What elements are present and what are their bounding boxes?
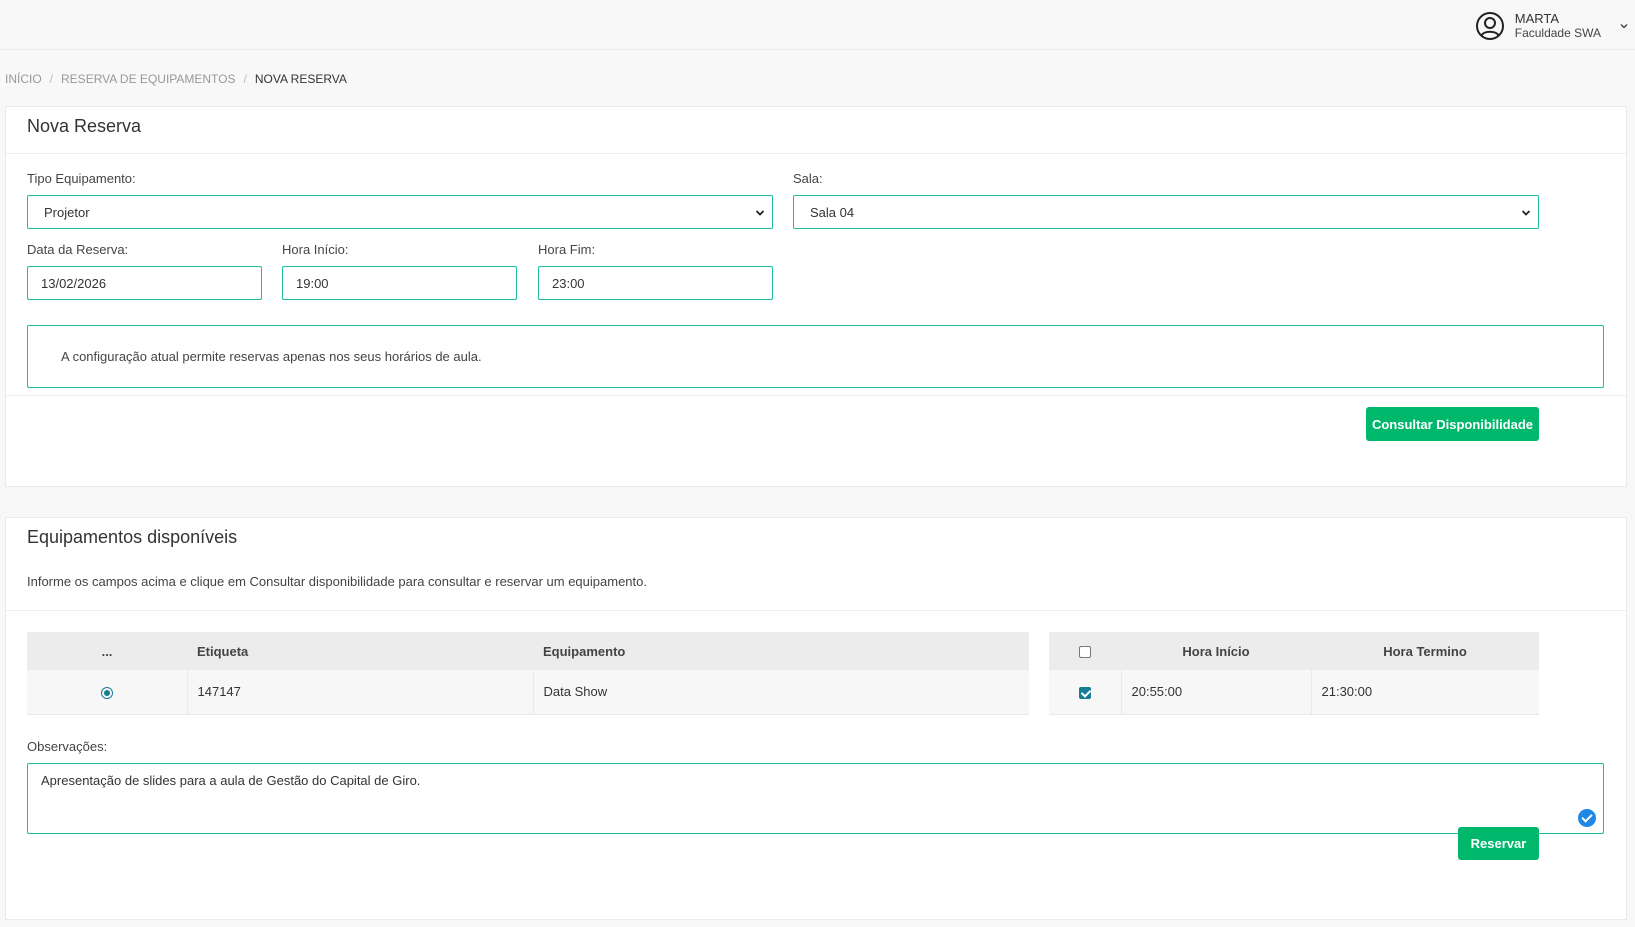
tipo-equipamento-label: Tipo Equipamento: xyxy=(27,171,136,186)
table-header: ... Etiqueta Equipamento xyxy=(27,632,1029,670)
breadcrumb-separator: / xyxy=(243,72,247,86)
chevron-down-icon[interactable] xyxy=(1619,21,1629,31)
section-description: Informe os campos acima e clique em Cons… xyxy=(27,574,647,589)
section-title: Equipamentos disponíveis xyxy=(27,527,238,547)
hora-inicio-input[interactable]: 19:00 xyxy=(282,266,517,300)
table-row[interactable]: 20:55:00 21:30:00 xyxy=(1049,670,1539,714)
etiqueta-cell: 147147 xyxy=(187,670,534,714)
sala-value: Sala 04 xyxy=(810,204,855,220)
column-header-select: ... xyxy=(27,632,187,670)
observacoes-label: Observações: xyxy=(27,739,108,754)
consultar-disponibilidade-button[interactable]: Consultar Disponibilidade xyxy=(1366,407,1539,441)
hora-termino-cell: 21:30:00 xyxy=(1311,670,1539,714)
hora-fim-label: Hora Fim: xyxy=(538,242,596,257)
data-reserva-label: Data da Reserva: xyxy=(27,242,129,257)
column-header-hora-inicio: Hora Início xyxy=(1121,632,1311,670)
equipment-radio[interactable] xyxy=(100,686,113,699)
divider xyxy=(6,610,1626,611)
top-bar: MARTA Faculdade SWA xyxy=(0,0,1635,50)
data-reserva-value: 13/02/2026 xyxy=(41,275,107,291)
chevron-down-icon xyxy=(1521,210,1531,216)
observacoes-textarea[interactable]: Apresentação de slides para a aula de Ge… xyxy=(27,763,1604,834)
chevron-down-icon xyxy=(755,210,765,216)
sala-label: Sala: xyxy=(793,171,823,186)
user-menu[interactable]: MARTA Faculdade SWA xyxy=(1475,10,1635,42)
select-all-checkbox[interactable] xyxy=(1079,646,1091,659)
equipamento-cell: Data Show xyxy=(533,670,1029,714)
equipamentos-table: ... Etiqueta Equipamento 147147 Data Sho… xyxy=(27,632,1029,715)
user-org: Faculdade SWA xyxy=(1514,26,1601,40)
hora-fim-input[interactable]: 23:00 xyxy=(538,266,773,300)
info-text: A configuração atual permite reservas ap… xyxy=(61,349,482,364)
user-name: MARTA xyxy=(1514,11,1560,26)
hora-inicio-label: Hora Início: xyxy=(282,242,349,257)
select-cell xyxy=(27,670,188,714)
nova-reserva-card: Nova Reserva Tipo Equipamento: Projetor … xyxy=(5,106,1627,487)
breadcrumb-nova-reserva: NOVA RESERVA xyxy=(254,72,347,86)
user-info: MARTA Faculdade SWA xyxy=(1515,11,1601,41)
data-reserva-input[interactable]: 13/02/2026 xyxy=(27,266,262,300)
equipamentos-card: Equipamentos disponíveis Informe os camp… xyxy=(5,517,1627,920)
breadcrumb-reserva-equipamentos[interactable]: RESERVA DE EQUIPAMENTOS xyxy=(61,72,236,86)
column-header-hora-termino: Hora Termino xyxy=(1311,632,1539,670)
horarios-table: Hora Início Hora Termino 20:55:00 21:30:… xyxy=(1049,632,1539,715)
page-title: Nova Reserva xyxy=(27,116,142,136)
column-header-equipamento: Equipamento xyxy=(533,632,1029,670)
info-alert: A configuração atual permite reservas ap… xyxy=(27,325,1604,388)
reservar-button[interactable]: Reservar xyxy=(1458,827,1539,860)
breadcrumb-inicio[interactable]: INÍCIO xyxy=(5,72,42,86)
select-all-cell xyxy=(1049,632,1121,670)
breadcrumb: INÍCIO / RESERVA DE EQUIPAMENTOS / NOVA … xyxy=(5,72,347,86)
column-header-etiqueta: Etiqueta xyxy=(187,632,533,670)
table-header: Hora Início Hora Termino xyxy=(1049,632,1539,670)
divider xyxy=(6,153,1626,154)
slot-checkbox[interactable] xyxy=(1078,686,1091,699)
observacoes-value: Apresentação de slides para a aula de Ge… xyxy=(41,773,421,788)
checkbox-cell xyxy=(1049,670,1122,714)
tipo-equipamento-value: Projetor xyxy=(44,204,90,220)
divider xyxy=(6,395,1626,396)
tipo-equipamento-select[interactable]: Projetor xyxy=(27,195,773,229)
breadcrumb-separator: / xyxy=(49,72,54,86)
user-avatar-icon xyxy=(1475,12,1504,40)
hora-inicio-value: 19:00 xyxy=(296,275,329,291)
hora-fim-value: 23:00 xyxy=(552,275,585,291)
check-badge-icon xyxy=(1578,809,1596,827)
hora-inicio-cell: 20:55:00 xyxy=(1121,670,1312,714)
sala-select[interactable]: Sala 04 xyxy=(793,195,1539,229)
table-row[interactable]: 147147 Data Show xyxy=(27,670,1029,714)
